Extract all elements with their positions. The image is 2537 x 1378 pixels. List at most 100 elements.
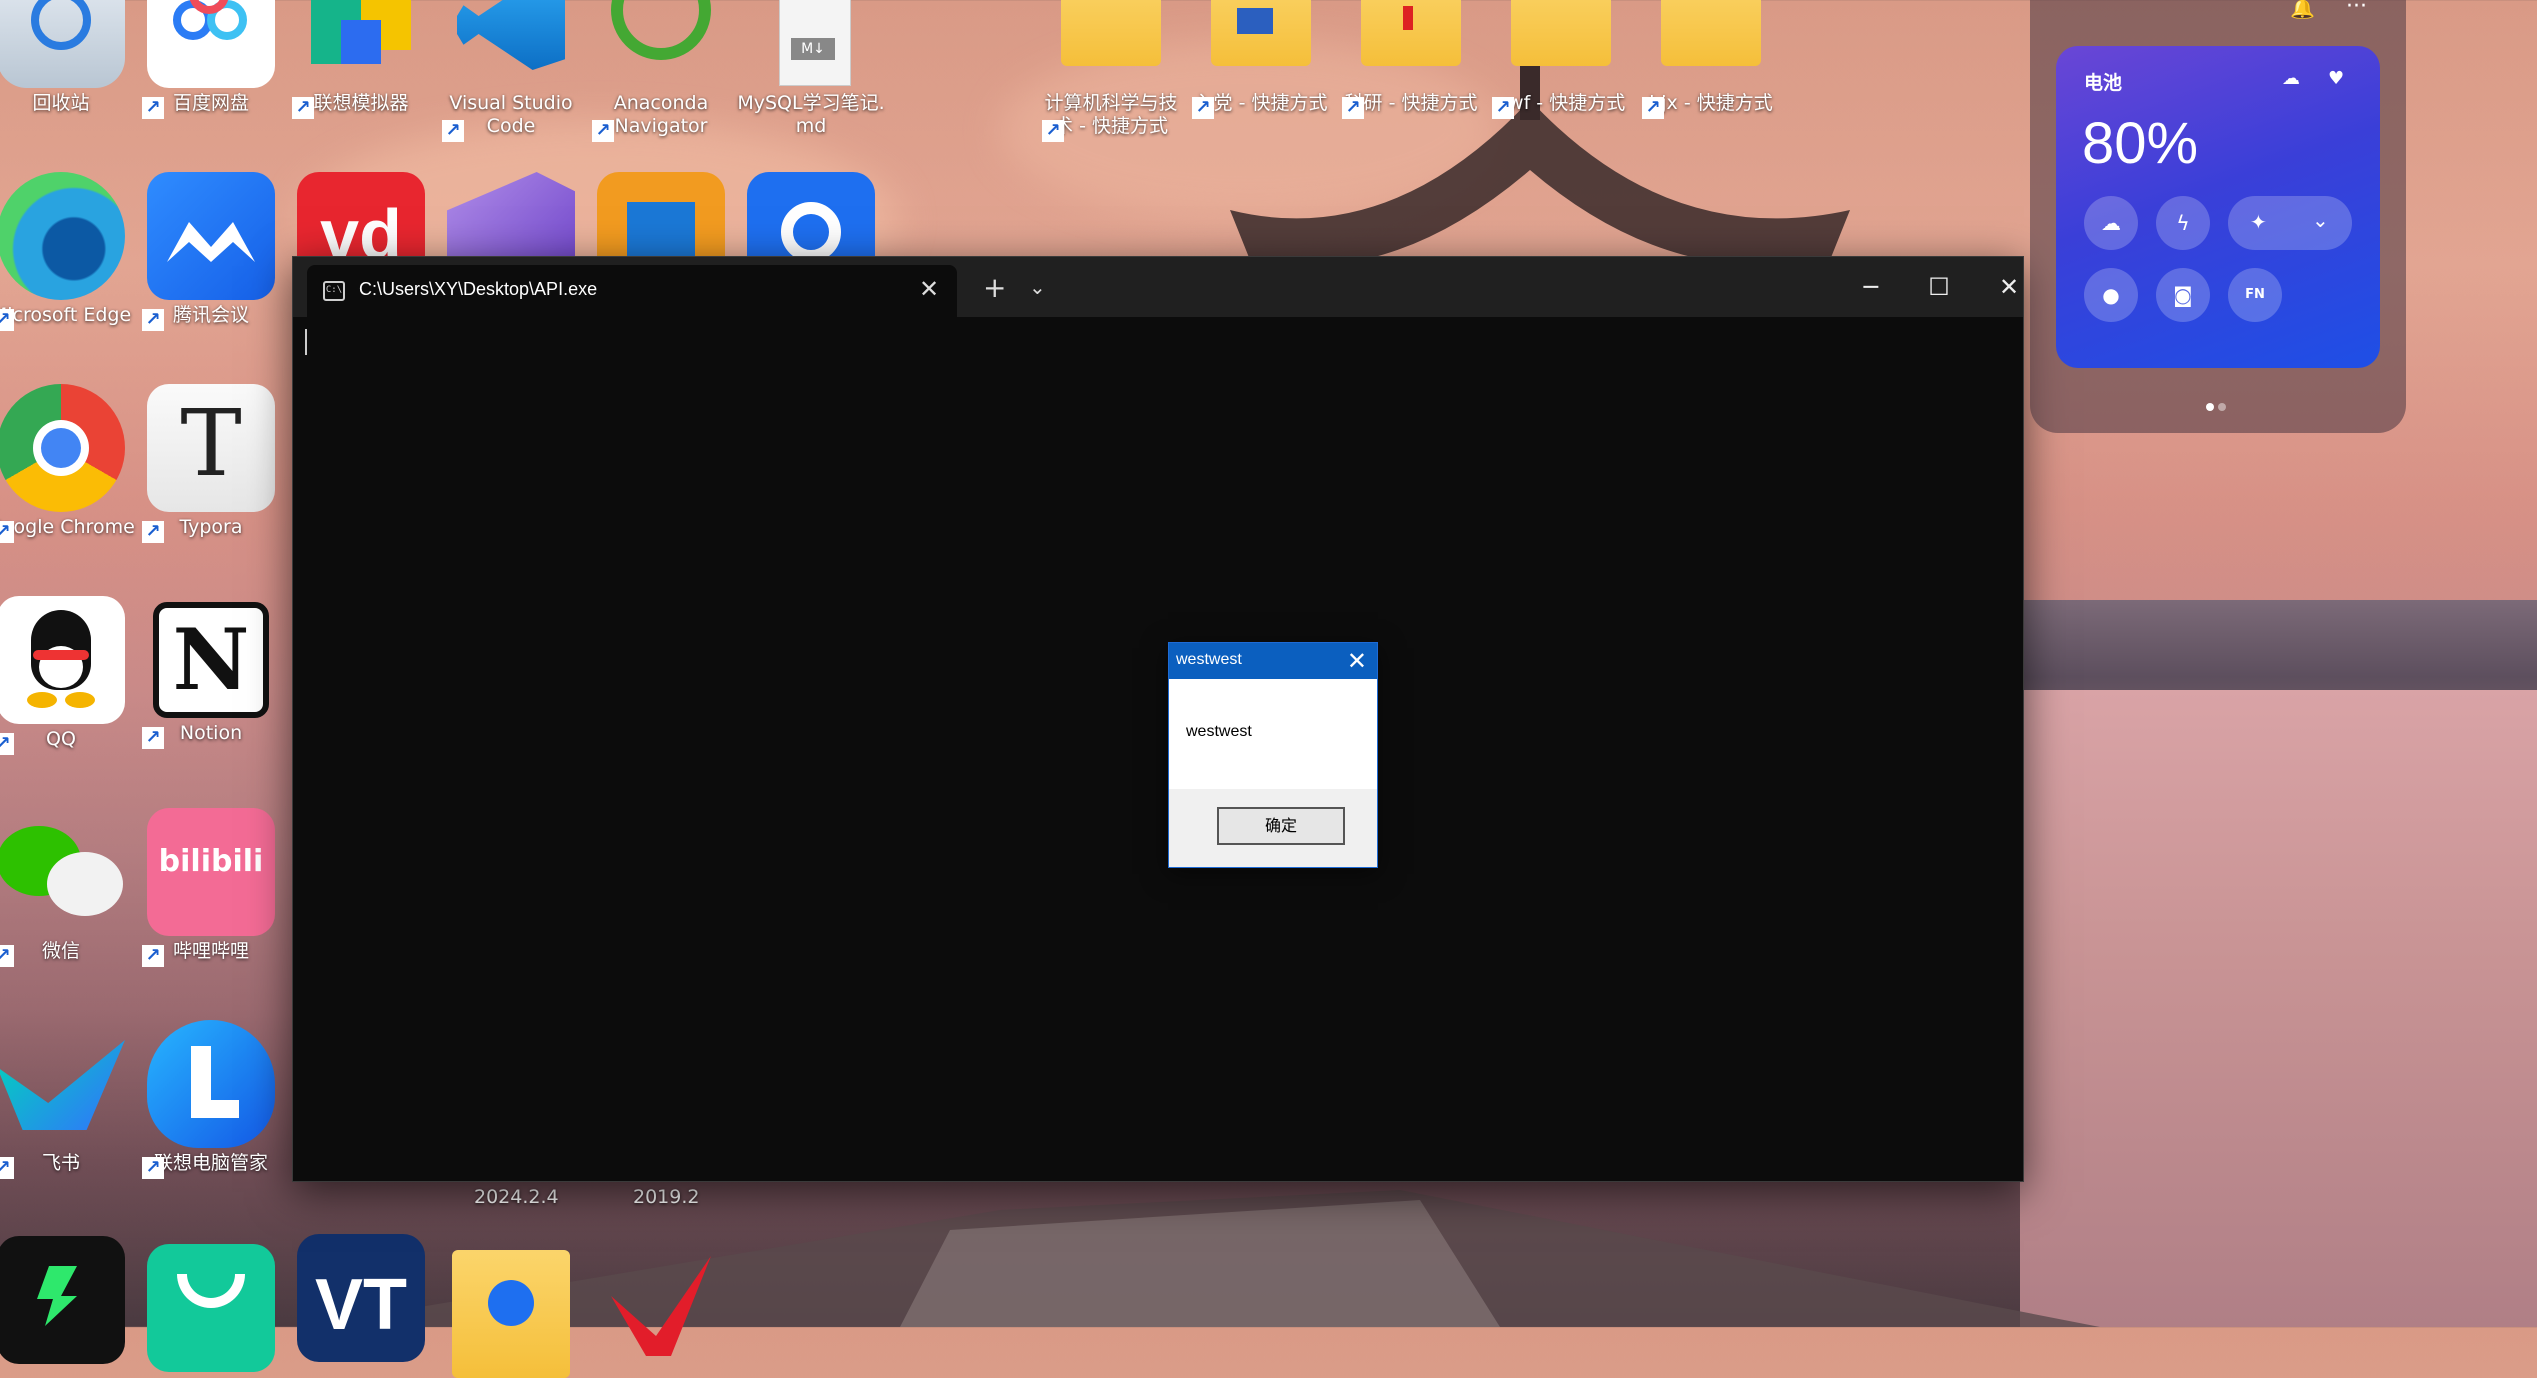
shortcut-arrow-icon: ↗ (1192, 97, 1214, 119)
console-icon: C:\ (323, 281, 345, 301)
lightbulb-toggle[interactable]: ✦ ⌄ (2228, 196, 2352, 250)
desktop-icon-edge[interactable]: ↗ Microsoft Edge (0, 172, 136, 331)
app-icon (0, 1236, 125, 1364)
message-box-dialog[interactable]: westwest ✕ westwest 确定 (1168, 642, 1378, 868)
shortcut-arrow-icon: ↗ (142, 727, 164, 749)
desktop-icon-mysql-notes[interactable]: M↓ MySQL学习笔记.md (736, 0, 886, 138)
camera-button[interactable]: ◙ (2156, 268, 2210, 322)
folder-icon (1647, 0, 1775, 88)
shortcut-arrow-icon: ↗ (0, 1157, 14, 1179)
desktop-icon-bilibili[interactable]: bilibili ↗ 哔哩哔哩 (136, 808, 286, 967)
page-indicator (2206, 396, 2230, 415)
icon-label: 回收站 (32, 92, 90, 114)
shortcut-arrow-icon: ↗ (142, 521, 164, 543)
icon-label: 飞书 (41, 1152, 80, 1174)
shortcut-arrow-icon: ↗ (1492, 97, 1514, 119)
desktop-icon-wechat[interactable]: ↗ 微信 (0, 808, 136, 967)
icon-label: Microsoft Edge (0, 304, 132, 326)
desktop-icon-lenovo-manager[interactable]: ↗ 联想电脑管家 (136, 1020, 286, 1179)
dialog-message: westwest (1186, 723, 1252, 740)
battery-card[interactable]: 电池 ☁ ♥ 80% ☁ ϟ ✦ ⌄ ● ◙ FN (2056, 46, 2380, 368)
new-tab-button[interactable]: + (983, 271, 1006, 304)
power-saver-button[interactable]: ☁ (2084, 196, 2138, 250)
lenovo-manager-icon (147, 1020, 275, 1148)
chevron-down-icon[interactable]: ⌄ (2312, 208, 2329, 232)
icon-label: MySQL学习笔记.md (737, 92, 885, 137)
shortcut-arrow-icon: ↗ (0, 309, 14, 331)
typora-glyph: T (180, 390, 242, 497)
desktop-icon-partial-green[interactable] (136, 1244, 286, 1372)
desktop-icon-vscode[interactable]: ↗ Visual Studio Code (436, 0, 586, 142)
desktop-icon-vt[interactable]: VT (286, 1234, 436, 1362)
desktop-icon-recycle-bin[interactable]: 回收站 (0, 0, 136, 115)
lightbulb-icon: ✦ (2250, 210, 2267, 234)
desktop-icon-partial[interactable] (0, 1236, 136, 1364)
fn-lock-button[interactable]: FN (2228, 268, 2282, 322)
maximize-button[interactable]: ☐ (1909, 267, 1969, 307)
microphone-button[interactable]: ● (2084, 268, 2138, 322)
shortcut-arrow-icon: ↗ (0, 945, 14, 967)
desktop-icon-folder-cs[interactable]: ↗ 计算机科学与技术 - 快捷方式 (1036, 0, 1186, 142)
desktop-icon-baidu-netdisk[interactable]: ↗ 百度网盘 (136, 0, 286, 119)
desktop-icon-folder-ywf[interactable]: ↗ ywf - 快捷方式 (1486, 0, 1636, 119)
close-icon[interactable]: ✕ (1347, 647, 1367, 675)
desktop-icon-lenovo-emulator[interactable]: ↗ 联想模拟器 (286, 0, 436, 119)
desktop-icon-tencent-meeting[interactable]: ↗ 腾讯会议 (136, 172, 286, 331)
recycle-bin-icon (0, 0, 125, 88)
terminal-window[interactable]: C:\ C:\Users\XY\Desktop\API.exe ✕ + ⌄ ─ … (292, 256, 2024, 1182)
date-label: 2019.2 (633, 1186, 700, 1208)
dialog-body: westwest (1169, 679, 1377, 789)
lightning-button[interactable]: ϟ (2156, 196, 2210, 250)
folder-icon (1497, 0, 1625, 88)
folder-icon (1347, 0, 1475, 88)
desktop-icon-folder-hjx[interactable]: ↗ hjx - 快捷方式 (1636, 0, 1786, 119)
bell-icon[interactable]: 🔔 (2290, 0, 2315, 20)
chrome-icon (0, 384, 125, 512)
chevron-down-icon[interactable]: ⌄ (1029, 275, 1046, 299)
vscode-icon (447, 0, 575, 88)
app-icon (147, 1244, 275, 1372)
battery-label: 电池 (2084, 72, 2123, 94)
desktop-icon-typora[interactable]: T ↗ Typora (136, 384, 286, 543)
dialog-titlebar[interactable]: westwest ✕ (1169, 643, 1377, 679)
desktop-icon-red-app[interactable] (586, 1236, 736, 1364)
battery-percent: 80% (2082, 111, 2199, 176)
vt-app-icon: VT (297, 1234, 425, 1362)
minimize-button[interactable]: ─ (1841, 267, 1901, 307)
markdown-file-icon: M↓ (747, 0, 875, 88)
dialog-footer: 确定 (1169, 789, 1377, 867)
desktop-icon-folder-partial[interactable] (436, 1250, 586, 1378)
shortcut-arrow-icon: ↗ (592, 120, 614, 142)
edge-icon (0, 172, 125, 300)
shortcut-arrow-icon: ↗ (142, 1157, 164, 1179)
shortcut-arrow-icon: ↗ (292, 97, 314, 119)
desktop-icon-folder-keyan[interactable]: ↗ 科研 - 快捷方式 (1336, 0, 1486, 119)
shortcut-arrow-icon: ↗ (142, 309, 164, 331)
ok-button[interactable]: 确定 (1217, 807, 1345, 845)
desktop-icon-anaconda[interactable]: ↗ Anaconda Navigator (586, 0, 736, 142)
cloud-icon: ☁ (2282, 68, 2300, 89)
terminal-titlebar[interactable]: C:\ C:\Users\XY\Desktop\API.exe ✕ + ⌄ ─ … (293, 257, 2023, 317)
shortcut-arrow-icon: ↗ (1042, 120, 1064, 142)
desktop-icon-chrome[interactable]: ↗ Google Chrome (0, 384, 136, 543)
close-tab-icon[interactable]: ✕ (919, 275, 939, 303)
baidu-netdisk-icon (147, 0, 275, 88)
typora-icon: T (147, 384, 275, 512)
more-options-icon[interactable]: ··· (2346, 0, 2367, 19)
vt-glyph: VT (314, 1265, 407, 1345)
icon-label: Anaconda Navigator (613, 92, 709, 137)
desktop-icon-qq[interactable]: ↗ QQ (0, 596, 136, 755)
folder-icon (452, 1250, 570, 1378)
shortcut-arrow-icon: ↗ (1342, 97, 1364, 119)
desktop-icon-notion[interactable]: N ↗ Notion (136, 596, 286, 749)
page-dot (2218, 403, 2226, 411)
icon-label: Visual Studio Code (449, 92, 573, 137)
shortcut-arrow-icon: ↗ (0, 521, 14, 543)
bilibili-glyph: bilibili (158, 844, 264, 879)
shortcut-arrow-icon: ↗ (142, 945, 164, 967)
desktop-icon-folder-rudang[interactable]: ↗ 入党 - 快捷方式 (1186, 0, 1336, 119)
desktop-icon-feishu[interactable]: ↗ 飞书 (0, 1020, 136, 1179)
notion-glyph: N (172, 610, 250, 709)
date-label: 2024.2.4 (474, 1186, 559, 1208)
terminal-tab[interactable]: C:\ C:\Users\XY\Desktop\API.exe ✕ (307, 265, 957, 317)
